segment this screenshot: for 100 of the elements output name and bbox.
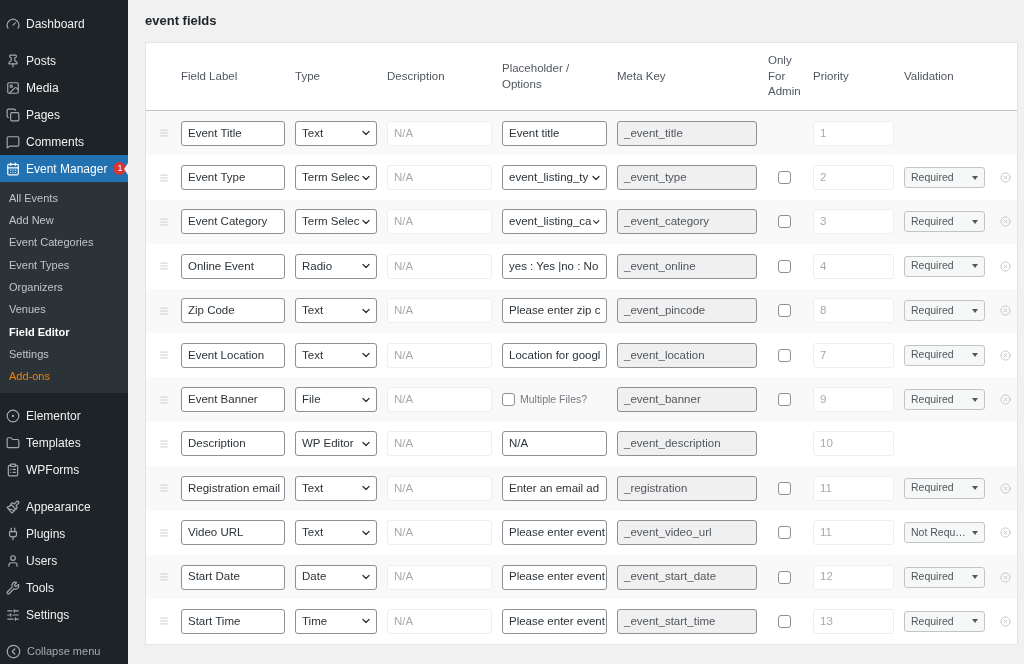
submenu-item[interactable]: Settings xyxy=(0,343,128,366)
collapse-menu-button[interactable]: Collapse menu xyxy=(0,638,128,664)
placeholder-field[interactable]: Event title xyxy=(502,120,607,146)
options-select[interactable]: event_listing_ca xyxy=(502,209,607,235)
remove-icon[interactable] xyxy=(1000,260,1011,272)
type-select[interactable]: WP Editor xyxy=(295,431,377,457)
admin-only-checkbox[interactable] xyxy=(778,304,791,318)
menu-item[interactable]: Appearance xyxy=(0,493,128,521)
placeholder-field[interactable]: N/A xyxy=(502,431,607,457)
meta-key-field[interactable]: _event_type xyxy=(617,165,757,191)
admin-only-checkbox[interactable] xyxy=(778,615,791,628)
label-field[interactable]: Event Category xyxy=(181,209,285,235)
drag-handle-icon[interactable] xyxy=(158,483,169,494)
admin-only-checkbox[interactable] xyxy=(778,171,791,185)
drag-handle-icon[interactable] xyxy=(158,216,169,227)
validation-select[interactable]: Required xyxy=(904,300,985,322)
remove-icon[interactable] xyxy=(1000,305,1011,317)
validation-select[interactable]: Required xyxy=(904,211,985,233)
submenu-item[interactable]: Event Types xyxy=(0,253,128,277)
submenu-item[interactable]: Add-ons xyxy=(0,365,128,388)
validation-select[interactable]: Required xyxy=(904,255,985,277)
drag-handle-icon[interactable] xyxy=(158,172,169,183)
drag-handle-icon[interactable] xyxy=(158,261,169,272)
drag-handle-icon[interactable] xyxy=(158,394,169,405)
label-field[interactable]: Event Banner xyxy=(181,387,285,413)
drag-handle-icon[interactable] xyxy=(158,350,169,361)
admin-only-checkbox[interactable] xyxy=(778,348,791,362)
meta-key-field[interactable]: _event_category xyxy=(617,209,757,235)
menu-item[interactable]: Posts xyxy=(0,47,128,74)
placeholder-field[interactable]: Please enter event xyxy=(502,564,607,590)
placeholder-field[interactable]: Please enter event xyxy=(502,520,607,546)
remove-icon[interactable] xyxy=(1000,216,1011,228)
meta-key-field[interactable]: _event_video_url xyxy=(617,520,757,546)
type-select[interactable]: Text xyxy=(295,475,377,501)
validation-select[interactable]: Required xyxy=(904,389,985,411)
validation-select[interactable]: Required xyxy=(904,477,985,499)
meta-key-field[interactable]: _event_banner xyxy=(617,387,757,413)
menu-item[interactable]: Event Manager 1 xyxy=(0,155,128,182)
drag-handle-icon[interactable] xyxy=(158,128,169,139)
type-select[interactable]: Radio xyxy=(295,253,377,279)
meta-key-field[interactable]: _event_start_date xyxy=(617,564,757,590)
admin-only-checkbox[interactable] xyxy=(778,215,791,229)
admin-only-checkbox[interactable] xyxy=(778,259,791,273)
type-select[interactable]: Text xyxy=(295,120,377,146)
type-select[interactable]: Term Selec xyxy=(295,209,377,235)
menu-item[interactable]: Plugins xyxy=(0,520,128,548)
submenu-item[interactable]: Event Categories xyxy=(0,231,128,254)
admin-only-checkbox[interactable] xyxy=(778,393,791,407)
drag-handle-icon[interactable] xyxy=(158,305,169,316)
placeholder-field[interactable]: Please enter zip c xyxy=(502,298,607,324)
validation-select[interactable]: Required xyxy=(904,167,985,189)
submenu-item[interactable]: All Events xyxy=(0,187,128,210)
label-field[interactable]: Start Date xyxy=(181,564,285,590)
type-select[interactable]: Text xyxy=(295,520,377,546)
validation-select[interactable]: Required xyxy=(904,611,985,632)
remove-icon[interactable] xyxy=(1000,482,1011,494)
admin-only-checkbox[interactable] xyxy=(778,481,791,495)
placeholder-field[interactable]: Please enter event xyxy=(502,609,607,634)
menu-item[interactable]: Elementor xyxy=(0,402,128,430)
validation-select[interactable]: Required xyxy=(904,344,985,366)
meta-key-field[interactable]: _event_online xyxy=(617,253,757,279)
label-field[interactable]: Event Type xyxy=(181,165,285,191)
admin-only-checkbox[interactable] xyxy=(778,570,791,584)
menu-item[interactable]: Media xyxy=(0,74,128,101)
meta-key-field[interactable]: _event_location xyxy=(617,342,757,368)
placeholder-field[interactable]: Location for googl xyxy=(502,342,607,368)
drag-handle-icon[interactable] xyxy=(158,438,169,449)
options-select[interactable]: event_listing_ty xyxy=(502,165,607,191)
menu-item[interactable]: WPForms xyxy=(0,456,128,484)
remove-icon[interactable] xyxy=(1000,571,1011,583)
meta-key-field[interactable]: _event_pincode xyxy=(617,298,757,324)
checkbox[interactable] xyxy=(502,393,515,407)
meta-key-field[interactable]: _event_description xyxy=(617,431,757,457)
placeholder-field[interactable]: yes : Yes |no : No xyxy=(502,253,607,279)
meta-key-field[interactable]: _event_start_time xyxy=(617,609,757,634)
remove-icon[interactable] xyxy=(1000,527,1011,539)
submenu-item[interactable]: Venues xyxy=(0,298,128,321)
validation-select[interactable]: Not Requ… xyxy=(904,522,985,544)
meta-key-field[interactable]: _event_title xyxy=(617,120,757,146)
label-field[interactable]: Event Title xyxy=(181,120,285,146)
remove-icon[interactable] xyxy=(1000,172,1011,184)
drag-handle-icon[interactable] xyxy=(158,572,169,583)
admin-only-checkbox[interactable] xyxy=(778,526,791,540)
label-field[interactable]: Event Location xyxy=(181,342,285,368)
remove-icon[interactable] xyxy=(1000,616,1011,627)
label-field[interactable]: Video URL xyxy=(181,520,285,546)
type-select[interactable]: Term Selec xyxy=(295,165,377,191)
submenu-item[interactable]: Field Editor xyxy=(0,320,128,344)
menu-item[interactable]: Templates xyxy=(0,429,128,457)
label-field[interactable]: Zip Code xyxy=(181,298,285,324)
type-select[interactable]: Text xyxy=(295,342,377,368)
menu-item[interactable]: Comments xyxy=(0,128,128,155)
placeholder-field[interactable]: Enter an email ad xyxy=(502,475,607,501)
type-select[interactable]: File xyxy=(295,387,377,413)
submenu-item[interactable]: Organizers xyxy=(0,276,128,299)
type-select[interactable]: Date xyxy=(295,564,377,590)
type-select[interactable]: Text xyxy=(295,298,377,324)
label-field[interactable]: Start Time xyxy=(181,609,285,634)
remove-icon[interactable] xyxy=(1000,349,1011,361)
drag-handle-icon[interactable] xyxy=(158,527,169,538)
